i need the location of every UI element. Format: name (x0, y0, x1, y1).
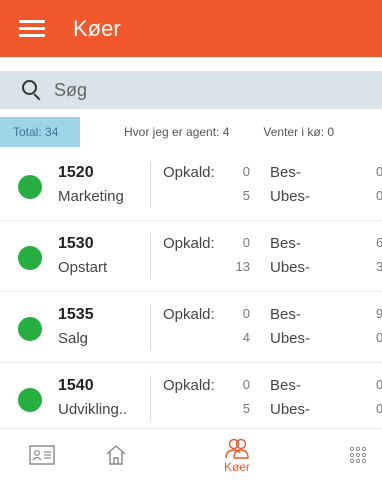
calls-value: 0 (242, 235, 250, 250)
answered-value: 0 (376, 377, 382, 392)
queue-number: 1535 (58, 306, 94, 323)
unanswered-value: 0 (376, 188, 382, 203)
answered-value: 6 (376, 235, 382, 250)
unanswered-value: 0 (376, 401, 382, 416)
unanswered-label: Ubes- (270, 330, 311, 347)
divider (150, 233, 151, 279)
answered-value: 9 (376, 306, 382, 321)
search-icon (22, 80, 42, 101)
tab-total[interactable]: Total: 34 (0, 117, 80, 147)
calls-value: 0 (242, 306, 250, 321)
status-indicator (18, 317, 42, 341)
calls-value: 0 (242, 377, 250, 392)
queue-name: Salg (58, 330, 89, 347)
queue-row[interactable]: 1530 Opstart Opkald: 0 13 Bes- Ubes- 6 3 (0, 221, 382, 292)
apps-grid-icon (349, 446, 367, 464)
queue-list: 1520 Marketing Opkald: 0 5 Bes- Ubes- 0 … (0, 150, 382, 434)
unanswered-label: Ubes- (270, 188, 311, 205)
answered-label: Bes- (270, 235, 301, 252)
nav-queues[interactable]: Køer (212, 429, 262, 481)
queue-row[interactable]: 1540 Udvikling.. Opkald: 0 5 Bes- Ubes- … (0, 363, 382, 434)
calls-value: 0 (242, 164, 250, 179)
nav-contacts[interactable] (22, 429, 62, 481)
home-icon (106, 445, 126, 465)
status-indicator (18, 388, 42, 412)
second-value: 13 (235, 259, 250, 274)
queue-row[interactable]: 1520 Marketing Opkald: 0 5 Bes- Ubes- 0 … (0, 150, 382, 221)
queue-row[interactable]: 1535 Salg Opkald: 0 4 Bes- Ubes- 9 0 (0, 292, 382, 363)
divider (150, 375, 151, 421)
calls-label: Opkald: (163, 306, 215, 323)
queue-name: Opstart (58, 259, 108, 276)
unanswered-label: Ubes- (270, 401, 311, 418)
queue-number: 1520 (58, 164, 94, 181)
queue-people-icon (225, 438, 249, 459)
nav-home[interactable] (96, 429, 136, 481)
search-bar[interactable]: Søg (0, 71, 382, 109)
calls-label: Opkald: (163, 164, 215, 181)
filter-tabs: Total: 34 Hvor jeg er agent: 4 Venter i … (0, 117, 382, 147)
answered-label: Bes- (270, 377, 301, 394)
queue-number: 1540 (58, 377, 94, 394)
answered-label: Bes- (270, 306, 301, 323)
app-bar: Køer (0, 0, 382, 57)
nav-queues-label: Køer (223, 459, 250, 474)
status-indicator (18, 175, 42, 199)
unanswered-value: 0 (376, 330, 382, 345)
nav-more[interactable] (338, 429, 378, 481)
bottom-navigation: Køer (0, 428, 382, 481)
divider (150, 162, 151, 208)
queue-number: 1530 (58, 235, 94, 252)
second-value: 4 (242, 330, 250, 345)
tab-agent[interactable]: Hvor jeg er agent: 4 (124, 117, 229, 147)
page-title: Køer (73, 15, 121, 41)
contact-card-icon (29, 445, 55, 465)
search-input[interactable]: Søg (54, 80, 87, 101)
status-indicator (18, 246, 42, 270)
unanswered-label: Ubes- (270, 259, 311, 276)
calls-label: Opkald: (163, 377, 215, 394)
unanswered-value: 3 (376, 259, 382, 274)
second-value: 5 (242, 188, 250, 203)
answered-value: 0 (376, 164, 382, 179)
calls-label: Opkald: (163, 235, 215, 252)
queue-name: Marketing (58, 188, 124, 205)
tab-waiting[interactable]: Venter i kø: 0 (263, 117, 334, 147)
menu-icon[interactable] (19, 20, 45, 37)
answered-label: Bes- (270, 164, 301, 181)
second-value: 5 (242, 401, 250, 416)
divider (150, 304, 151, 350)
queue-name: Udvikling.. (58, 401, 128, 418)
